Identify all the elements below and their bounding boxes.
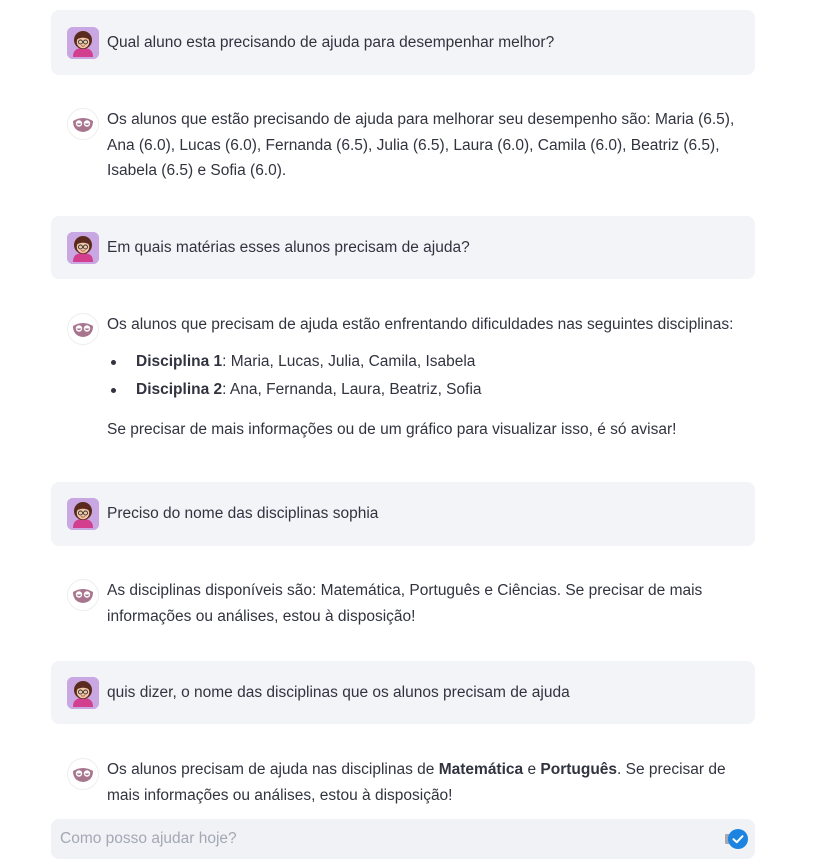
owl-logo-icon xyxy=(67,579,99,611)
user-avatar-icon xyxy=(67,27,99,59)
discipline-students: : Ana, Fernanda, Laura, Beatriz, Sofia xyxy=(222,380,482,398)
discipline-list: Disciplina 1: Maria, Lucas, Julia, Camil… xyxy=(107,348,743,404)
message-text: Qual aluno esta precisando de ajuda para… xyxy=(107,34,555,51)
message-text: quis dizer, o nome das disciplinas que o… xyxy=(107,684,570,701)
owl-logo-icon xyxy=(67,108,99,140)
chat-message-assistant: Os alunos precisam de ajuda nas discipli… xyxy=(51,743,755,813)
list-item: Disciplina 2: Ana, Fernanda, Laura, Beat… xyxy=(107,376,743,404)
user-avatar-icon xyxy=(67,677,99,709)
message-text: As disciplinas disponíveis são: Matemáti… xyxy=(107,582,703,625)
message-text: Os alunos precisam de ajuda nas discipli… xyxy=(107,757,743,808)
discipline-students: : Maria, Lucas, Julia, Camila, Isabela xyxy=(222,352,476,370)
discipline-label: Disciplina 1 xyxy=(136,352,223,370)
message-text: Em quais matérias esses alunos precisam … xyxy=(107,239,470,256)
text-part: Os alunos precisam de ajuda nas discipli… xyxy=(107,761,439,778)
list-item: Disciplina 1: Maria, Lucas, Julia, Camil… xyxy=(107,348,743,376)
send-check-icon xyxy=(725,829,748,849)
text-part: e xyxy=(523,761,541,778)
discipline-label: Disciplina 2 xyxy=(136,380,223,398)
subject-portugues: Português xyxy=(540,761,618,778)
chat-message-user: quis dizer, o nome das disciplinas que o… xyxy=(51,661,755,724)
chat-input[interactable] xyxy=(51,819,711,859)
subject-matematica: Matemática xyxy=(438,761,524,778)
message-outro: Se precisar de mais informações ou de um… xyxy=(107,420,677,438)
chat-input-bar xyxy=(51,819,755,859)
message-content: Os alunos que precisam de ajuda estão en… xyxy=(107,312,743,442)
chat-message-assistant: Os alunos que estão precisando de ajuda … xyxy=(51,92,755,192)
owl-logo-icon xyxy=(67,313,99,345)
message-intro: Os alunos que precisam de ajuda estão en… xyxy=(107,316,734,333)
message-text: Preciso do nome das disciplinas sophia xyxy=(107,505,379,522)
send-button[interactable] xyxy=(725,828,749,850)
chat-message-user: Em quais matérias esses alunos precisam … xyxy=(51,216,755,279)
chat-message-assistant: Os alunos que precisam de ajuda estão en… xyxy=(51,298,755,460)
chat-message-user: Preciso do nome das disciplinas sophia xyxy=(51,482,755,546)
user-avatar-icon xyxy=(67,232,99,264)
chat-message-user: Qual aluno esta precisando de ajuda para… xyxy=(51,10,755,75)
user-avatar-icon xyxy=(67,498,99,530)
message-text: Os alunos que estão precisando de ajuda … xyxy=(107,111,735,179)
owl-logo-icon xyxy=(67,758,99,790)
chat-message-assistant: As disciplinas disponíveis são: Matemáti… xyxy=(51,564,755,644)
